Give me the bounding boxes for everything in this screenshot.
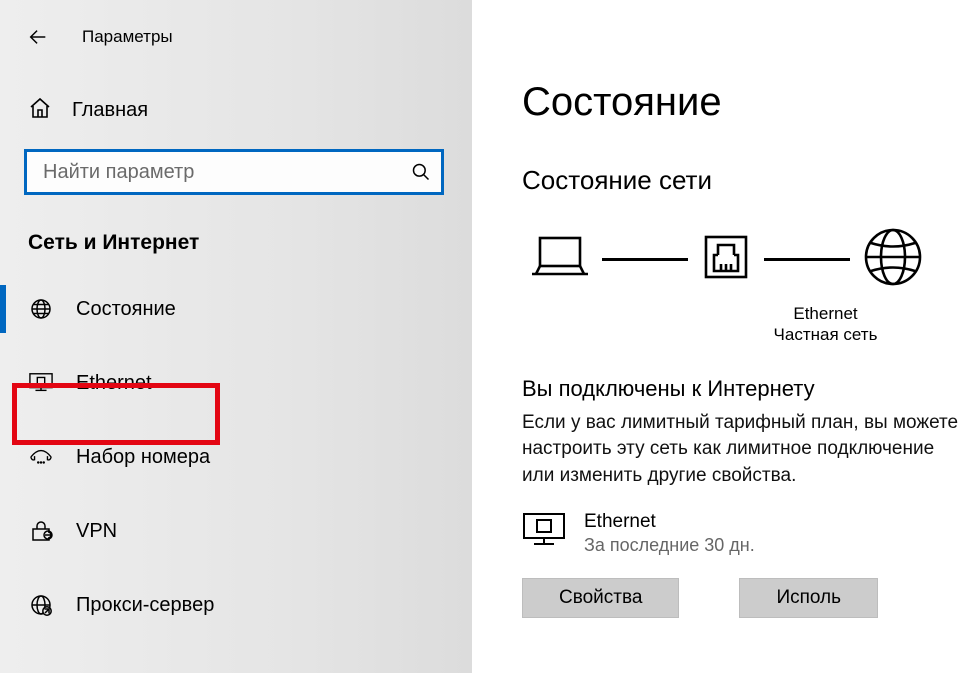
- sidebar-item-vpn[interactable]: VPN: [0, 501, 472, 561]
- connection-name: Ethernet: [584, 511, 755, 533]
- dialup-icon: [28, 447, 54, 467]
- ethernet-large-icon: [522, 512, 566, 555]
- sidebar-item-label: Ethernet: [76, 372, 152, 395]
- titlebar: Параметры: [0, 0, 472, 60]
- nav-list: Состояние Ethernet: [0, 279, 472, 635]
- connected-text: Если у вас лимитный тарифный план, вы мо…: [522, 410, 962, 490]
- search-container: [24, 149, 444, 195]
- section-label: Сеть и Интернет: [28, 231, 472, 255]
- diagram-network-type: Частная сеть: [687, 324, 964, 345]
- sidebar-item-label: Набор номера: [76, 446, 210, 469]
- connection-sub: За последние 30 дн.: [584, 535, 755, 556]
- sidebar-item-label: Состояние: [76, 298, 176, 321]
- laptop-icon: [530, 234, 590, 285]
- button-row: Свойства Исполь: [522, 578, 964, 618]
- sidebar: Параметры Главная: [0, 0, 472, 673]
- sub-title: Состояние сети: [522, 165, 964, 196]
- sidebar-item-dialup[interactable]: Набор номера: [0, 427, 472, 487]
- globe-large-icon: [862, 226, 924, 293]
- home-label: Главная: [72, 99, 148, 122]
- sidebar-item-proxy[interactable]: Прокси-сервер: [0, 575, 472, 635]
- router-icon: [700, 231, 752, 288]
- usage-button[interactable]: Исполь: [739, 578, 878, 618]
- sidebar-item-label: Прокси-сервер: [76, 594, 214, 617]
- sidebar-item-ethernet[interactable]: Ethernet: [0, 353, 472, 413]
- sidebar-item-home[interactable]: Главная: [28, 96, 472, 125]
- ethernet-icon: [28, 372, 54, 394]
- diagram-label: Ethernet Частная сеть: [687, 303, 964, 346]
- connected-heading: Вы подключены к Интернету: [522, 376, 964, 402]
- connection-row: Ethernet За последние 30 дн.: [522, 511, 964, 556]
- diagram-adapter-name: Ethernet: [687, 303, 964, 324]
- vpn-icon: [28, 520, 54, 542]
- connector-line: [764, 258, 850, 261]
- search-box[interactable]: [24, 149, 444, 195]
- page-title: Состояние: [522, 80, 964, 125]
- home-icon: [28, 96, 52, 125]
- main-panel: Состояние Состояние сети: [472, 0, 964, 673]
- sidebar-item-label: VPN: [76, 520, 117, 543]
- globe-icon: [28, 297, 54, 321]
- search-icon[interactable]: [411, 162, 431, 182]
- window-title: Параметры: [82, 27, 173, 47]
- proxy-icon: [28, 593, 54, 617]
- connector-line: [602, 258, 688, 261]
- settings-window: Параметры Главная: [0, 0, 964, 673]
- search-input[interactable]: [41, 160, 411, 185]
- network-diagram: [530, 226, 964, 293]
- sidebar-item-status[interactable]: Состояние: [0, 279, 472, 339]
- back-button[interactable]: [24, 23, 52, 51]
- properties-button[interactable]: Свойства: [522, 578, 679, 618]
